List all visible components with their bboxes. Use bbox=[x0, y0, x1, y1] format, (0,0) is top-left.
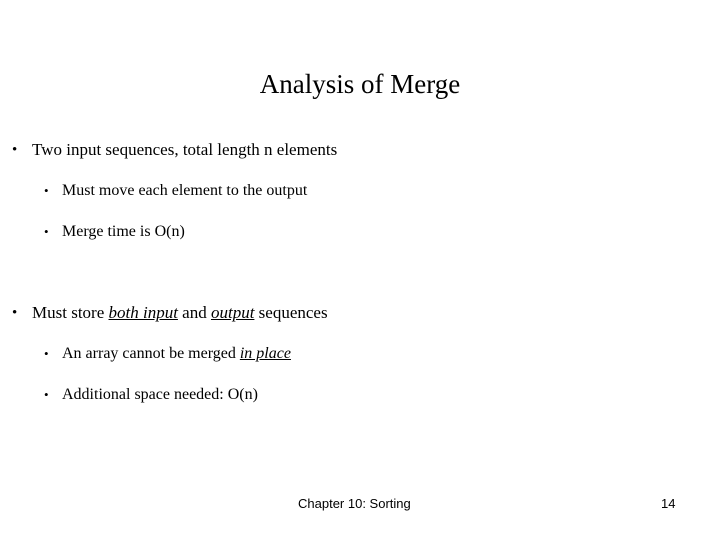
bullet-group-gap bbox=[0, 261, 720, 301]
bullet-dot-icon: • bbox=[44, 183, 49, 198]
footer-page-number: 14 bbox=[661, 496, 676, 511]
footer-chapter-label: Chapter 10: Sorting bbox=[298, 496, 411, 511]
text-run: An array cannot be merged bbox=[62, 345, 240, 362]
bullet-text: Additional space needed: O(n) bbox=[62, 383, 258, 407]
bullet-dot-icon: • bbox=[44, 346, 49, 361]
bullet-item-level-2: • An array cannot be merged in place bbox=[0, 342, 720, 383]
slide-body: • Two input sequences, total length n ele… bbox=[0, 138, 720, 424]
bullet-dot-icon: • bbox=[12, 142, 18, 158]
bullet-dot-icon: • bbox=[44, 387, 49, 402]
bullet-dot-icon: • bbox=[12, 305, 18, 321]
text-run: Must move each element to the output bbox=[62, 182, 308, 199]
bullet-text: Must store both input and output sequenc… bbox=[32, 301, 328, 325]
text-run: Two input sequences, total length n elem… bbox=[32, 140, 338, 159]
bullet-text: An array cannot be merged in place bbox=[62, 342, 291, 366]
bullet-item-level-2: • Merge time is O(n) bbox=[0, 220, 720, 261]
text-run: Merge time is O(n) bbox=[62, 223, 185, 240]
bullet-text: Merge time is O(n) bbox=[62, 220, 185, 244]
bullet-text: Two input sequences, total length n elem… bbox=[32, 138, 337, 162]
text-run: and bbox=[177, 303, 211, 322]
slide-footer: Chapter 10: Sorting 14 bbox=[0, 494, 720, 514]
text-run: sequences bbox=[254, 303, 328, 322]
bullet-text: Must move each element to the output bbox=[62, 179, 307, 203]
bullet-dot-icon: • bbox=[44, 224, 49, 239]
emphasized-text-run: in place bbox=[239, 345, 291, 362]
slide: Analysis of Merge • Two input sequences, … bbox=[0, 0, 720, 540]
bullet-item-level-2: • Additional space needed: O(n) bbox=[0, 383, 720, 424]
bullet-item-level-1: • Two input sequences, total length n ele… bbox=[0, 138, 720, 179]
emphasized-text-run: both input bbox=[108, 303, 178, 322]
text-run: Must store bbox=[32, 303, 109, 322]
bullet-item-level-1: • Must store both input and output sequen… bbox=[0, 301, 720, 342]
emphasized-text-run: output bbox=[210, 303, 255, 322]
text-run: Additional space needed: O(n) bbox=[62, 386, 258, 403]
slide-title: Analysis of Merge bbox=[259, 69, 461, 100]
bullet-item-level-2: • Must move each element to the output bbox=[0, 179, 720, 220]
